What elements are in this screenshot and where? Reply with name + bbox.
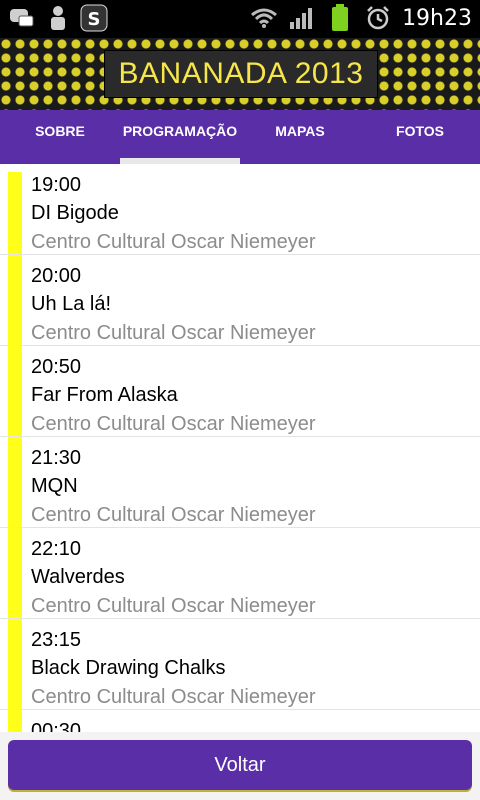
tab-bar: SOBRE PROGRAMAÇÃO MAPAS FOTOS (0, 110, 480, 164)
item-time: 20:50 (31, 356, 82, 378)
wifi-icon (250, 4, 278, 32)
item-artist: Black Drawing Chalks (31, 657, 226, 679)
title-plate: BANANADA 2013 (104, 50, 378, 98)
status-clock: 19h23 (402, 5, 472, 31)
alarm-icon (364, 4, 392, 32)
item-time: 20:00 (31, 265, 82, 287)
item-venue: Centro Cultural Oscar Niemeyer (31, 231, 316, 253)
back-button[interactable]: Voltar (8, 740, 472, 790)
chat-icon (8, 4, 36, 32)
item-artist: MQN (31, 475, 78, 497)
tab-programacao[interactable]: PROGRAMAÇÃO (120, 110, 240, 164)
tab-mapas[interactable]: MAPAS (240, 110, 360, 164)
app-title: BANANADA 2013 (118, 57, 364, 90)
item-time: 00:30 (31, 720, 82, 732)
schedule-item[interactable]: 00:30 (0, 710, 480, 732)
footer-bar: Voltar (0, 732, 480, 800)
tab-sobre[interactable]: SOBRE (0, 110, 120, 164)
schedule-item[interactable]: 22:10 Walverdes Centro Cultural Oscar Ni… (0, 528, 480, 619)
item-artist: Walverdes (31, 566, 125, 588)
item-artist: Far From Alaska (31, 384, 178, 406)
schedule-item[interactable]: 21:30 MQN Centro Cultural Oscar Niemeyer (0, 437, 480, 528)
person-icon (44, 4, 72, 32)
status-left-icons: S (8, 4, 108, 32)
status-right-icons: 19h23 (250, 4, 472, 32)
item-artist: Uh La lá! (31, 293, 112, 315)
item-venue: Centro Cultural Oscar Niemeyer (31, 413, 316, 435)
item-time: 23:15 (31, 629, 82, 651)
battery-icon (326, 4, 354, 32)
item-venue: Centro Cultural Oscar Niemeyer (31, 595, 316, 617)
schedule-item[interactable]: 20:50 Far From Alaska Centro Cultural Os… (0, 346, 480, 437)
status-bar: S 19h23 (0, 0, 480, 38)
header-banner: BANANADA 2013 (0, 38, 480, 110)
schedule-list[interactable]: 19:00 DI Bigode Centro Cultural Oscar Ni… (0, 164, 480, 732)
item-venue: Centro Cultural Oscar Niemeyer (31, 686, 316, 708)
schedule-item[interactable]: 19:00 DI Bigode Centro Cultural Oscar Ni… (0, 164, 480, 255)
item-time: 19:00 (31, 174, 82, 196)
item-time: 21:30 (31, 447, 82, 469)
item-venue: Centro Cultural Oscar Niemeyer (31, 322, 316, 344)
signal-icon (288, 4, 316, 32)
item-artist: DI Bigode (31, 202, 119, 224)
schedule-item[interactable]: 20:00 Uh La lá! Centro Cultural Oscar Ni… (0, 255, 480, 346)
svg-text:S: S (88, 9, 101, 30)
skype-icon: S (80, 4, 108, 32)
tab-fotos[interactable]: FOTOS (360, 110, 480, 164)
schedule-item[interactable]: 23:15 Black Drawing Chalks Centro Cultur… (0, 619, 480, 710)
item-time: 22:10 (31, 538, 82, 560)
item-venue: Centro Cultural Oscar Niemeyer (31, 504, 316, 526)
